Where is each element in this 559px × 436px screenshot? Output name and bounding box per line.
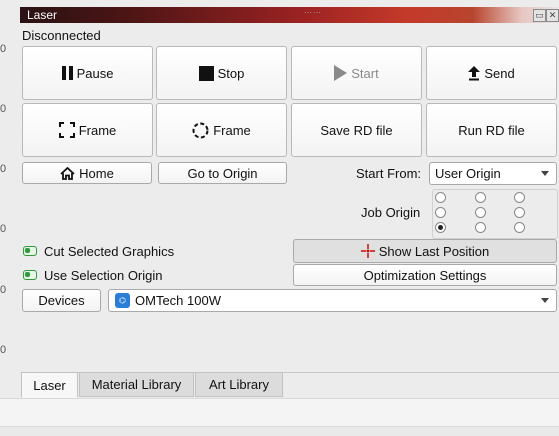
chevron-down-icon — [541, 298, 549, 303]
home-label: Home — [79, 165, 114, 181]
frame-circle-icon — [192, 122, 209, 138]
ruler-mark: 0 — [0, 43, 7, 55]
show-last-position-button[interactable]: Show Last Position — [293, 239, 557, 263]
stop-label: Stop — [217, 65, 245, 81]
tab-material-library[interactable]: Material Library — [79, 372, 194, 397]
send-button[interactable]: Send — [426, 46, 557, 100]
window-titlebar[interactable]: Laser ⋯⋯ ▭ ✕ — [20, 7, 559, 23]
tab-laser[interactable]: Laser — [21, 372, 78, 398]
start-from-value: User Origin — [435, 166, 501, 181]
tab-label: Laser — [33, 377, 66, 393]
devices-label: Devices — [38, 293, 85, 308]
origin-radio-bottom-left[interactable] — [435, 222, 446, 233]
laser-device-icon: ⌬ — [115, 293, 130, 308]
tab-label: Art Library — [209, 377, 269, 392]
start-from-select[interactable]: User Origin — [429, 162, 557, 185]
ruler-mark: 0 — [0, 344, 7, 356]
origin-radio-bottom-right[interactable] — [514, 222, 525, 233]
optimization-settings-button[interactable]: Optimization Settings — [293, 264, 557, 286]
chevron-down-icon — [541, 171, 549, 176]
cut-selected-toggle[interactable] — [23, 246, 37, 256]
pause-icon — [61, 66, 73, 80]
go-to-origin-button[interactable]: Go to Origin — [158, 162, 287, 184]
pause-label: Pause — [76, 65, 114, 81]
frame-button[interactable]: Frame — [22, 103, 153, 157]
start-from-label: Start From: — [356, 166, 422, 181]
frame-circle-label: Frame — [213, 122, 251, 138]
save-rd-file-button[interactable]: Save RD file — [291, 103, 422, 157]
frame-square-icon — [58, 122, 75, 138]
run-rd-label: Run RD file — [458, 122, 525, 138]
job-origin-label: Job Origin — [361, 205, 421, 220]
origin-radio-top-center[interactable] — [475, 192, 486, 203]
optimization-settings-label: Optimization Settings — [363, 267, 487, 283]
connection-status: Disconnected — [22, 28, 101, 43]
start-label: Start — [351, 65, 379, 81]
stop-button[interactable]: Stop — [156, 46, 287, 100]
use-selection-origin-toggle[interactable] — [23, 270, 37, 280]
stop-icon — [198, 65, 214, 81]
send-label: Send — [484, 65, 515, 81]
ruler-mark: 0 — [0, 284, 7, 296]
origin-radio-middle-right[interactable] — [514, 207, 525, 218]
home-button[interactable]: Home — [22, 162, 152, 184]
save-rd-label: Save RD file — [320, 122, 393, 138]
start-button[interactable]: Start — [291, 46, 422, 100]
tab-label: Material Library — [91, 377, 182, 392]
close-window-button[interactable]: ✕ — [546, 9, 559, 22]
tab-art-library[interactable]: Art Library — [195, 372, 283, 397]
drag-grip-icon[interactable]: ⋯⋯ — [304, 8, 322, 17]
show-last-position-label: Show Last Position — [378, 243, 490, 259]
frame-label: Frame — [78, 122, 117, 138]
run-rd-file-button[interactable]: Run RD file — [426, 103, 557, 157]
pause-button[interactable]: Pause — [22, 46, 153, 100]
use-selection-origin-label: Use Selection Origin — [44, 268, 163, 283]
ruler-mark: 0 — [0, 163, 7, 175]
origin-radio-top-right[interactable] — [514, 192, 525, 203]
origin-radio-bottom-center[interactable] — [475, 222, 486, 233]
go-to-origin-label: Go to Origin — [187, 165, 258, 181]
origin-radio-center[interactable] — [475, 207, 486, 218]
origin-radio-top-left[interactable] — [435, 192, 446, 203]
window-title: Laser — [27, 8, 58, 22]
frame-circle-button[interactable]: Frame — [156, 103, 287, 157]
float-window-button[interactable]: ▭ — [533, 9, 546, 22]
crosshair-icon — [360, 244, 375, 258]
ruler-mark: 0 — [0, 103, 7, 115]
ruler-mark: 0 — [0, 223, 7, 235]
devices-button[interactable]: Devices — [22, 289, 101, 312]
origin-radio-middle-left[interactable] — [435, 207, 446, 218]
upload-arrow-icon — [468, 65, 481, 80]
play-icon — [334, 65, 348, 81]
device-name: OMTech 100W — [135, 293, 221, 308]
job-origin-grid — [432, 189, 558, 239]
cut-selected-label: Cut Selected Graphics — [44, 244, 175, 259]
device-select[interactable]: ⌬ OMTech 100W — [108, 289, 557, 312]
home-icon — [60, 166, 75, 180]
